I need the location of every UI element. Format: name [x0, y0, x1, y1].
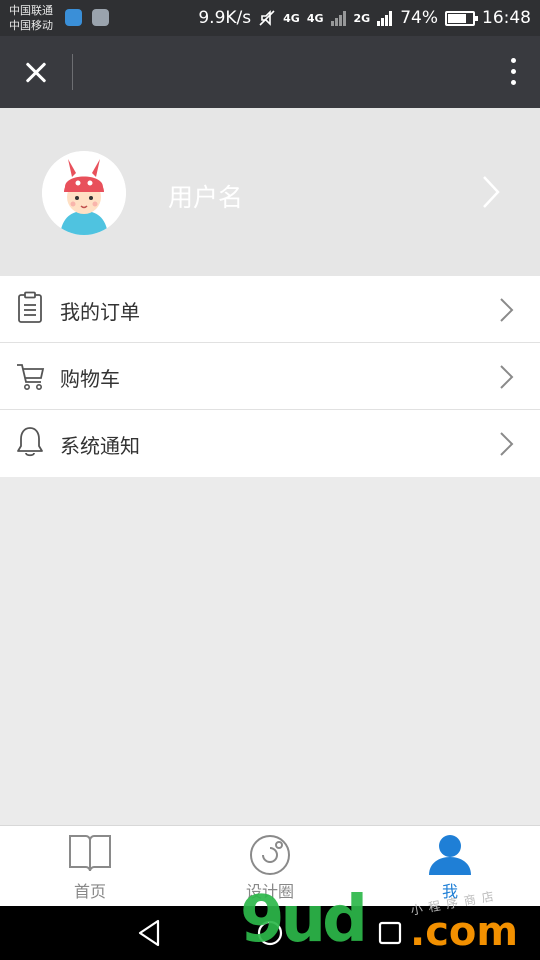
signal-icon: [330, 10, 347, 26]
username[interactable]: 用户名: [168, 178, 243, 214]
signal-icon-2: [377, 10, 393, 26]
bell-icon: [17, 427, 43, 457]
watermark-brand: 9ud: [240, 883, 368, 957]
network-type-1: 4G: [283, 11, 300, 25]
chevron-right-icon: [500, 365, 514, 389]
menu-item-label: 系统通知: [60, 434, 140, 458]
cart-icon: [17, 364, 45, 390]
menu-item-label: 购物车: [60, 367, 120, 391]
battery-icon: [445, 10, 478, 26]
menu-list: 我的订单 购物车 系统通知: [0, 276, 540, 477]
carrier-2: 中国移动: [9, 19, 53, 32]
menu-item-cart[interactable]: 购物车: [0, 343, 540, 410]
menu-item-label: 我的订单: [60, 300, 140, 324]
notification-app-icon: [65, 9, 82, 26]
network-type-2: 4G: [306, 11, 324, 25]
close-icon[interactable]: [14, 50, 58, 94]
recents-icon[interactable]: [374, 917, 406, 949]
tab-home[interactable]: 首页: [0, 826, 180, 906]
chevron-right-icon[interactable]: [476, 174, 506, 210]
back-icon[interactable]: [134, 917, 166, 949]
mute-icon: [259, 10, 275, 26]
network-speed: 9.9K/s: [198, 8, 252, 28]
clipboard-icon: [18, 291, 42, 323]
title-bar: [0, 36, 540, 108]
chevron-right-icon: [500, 432, 514, 456]
title-divider: [72, 54, 73, 90]
status-bar: 中国联通 中国移动 9.9K/s 4G 4G 2G 74% 16:48: [0, 0, 540, 36]
carrier-1: 中国联通: [9, 4, 53, 17]
circle-icon: [250, 835, 290, 875]
avatar[interactable]: [42, 151, 126, 235]
menu-item-orders[interactable]: 我的订单: [0, 276, 540, 343]
clock: 16:48: [482, 8, 531, 28]
chevron-right-icon: [500, 298, 514, 322]
person-icon: [429, 835, 471, 875]
avatar-cartoon-icon: [42, 151, 126, 235]
status-right: 9.9K/s 4G 4G 2G 74% 16:48: [191, 0, 531, 36]
more-vertical-icon[interactable]: [506, 54, 522, 90]
image-notification-icon: [92, 9, 109, 26]
watermark-suffix: .com: [410, 909, 519, 955]
book-icon: [69, 835, 111, 872]
tab-label: 首页: [73, 882, 106, 901]
carrier-labels: 中国联通 中国移动: [9, 3, 53, 33]
profile-header[interactable]: 用户名: [0, 108, 540, 276]
menu-item-notifications[interactable]: 系统通知: [0, 410, 540, 477]
network-type-3: 2G: [353, 11, 371, 25]
battery-percent: 74%: [400, 8, 438, 28]
